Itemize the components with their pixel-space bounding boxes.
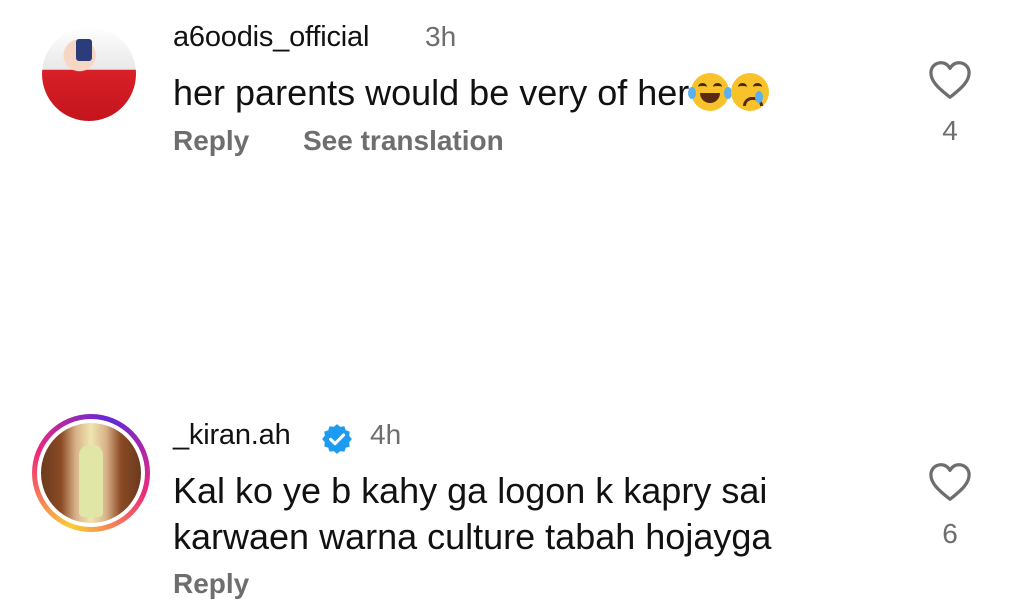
comment-item: a6oodis_official 3h her parents would be… [0,0,1024,200]
comment-text-line: karwaen warna culture tabah hojayga [173,516,772,557]
avatar-phone-detail [76,39,92,61]
like-heart-icon[interactable] [928,60,972,100]
like-count: 4 [942,115,958,146]
avatar-figure-detail [79,445,103,517]
avatar[interactable] [32,414,150,532]
comment-item: _kiran.ah 4h Kal ko ye b kahy ga logon k… [0,200,1024,599]
comment-time: 4h [370,419,402,450]
like-count: 6 [942,518,958,549]
see-translation-button[interactable]: See translation [303,125,504,157]
story-ring [32,414,150,532]
avatar[interactable] [42,27,136,121]
avatar-image [42,27,136,121]
comment-text-line: Kal ko ye b kahy ga logon k kapry sai [173,470,768,511]
tears-of-joy-emoji-icon [688,73,733,111]
comment-text: her parents would be very of her [173,70,770,116]
verified-badge-icon [322,424,352,454]
comment-username[interactable]: a6oodis_official [173,21,369,54]
comment-time: 3h [425,21,457,52]
crying-face-emoji-icon [731,73,770,111]
comment-text-body: her parents would be very of her [173,72,690,113]
reply-button[interactable]: Reply [173,568,249,600]
comment-text: Kal ko ye b kahy ga logon k kapry sai ka… [173,468,771,560]
avatar-image [41,423,141,523]
like-heart-icon[interactable] [928,462,972,502]
comment-username[interactable]: _kiran.ah [173,419,291,452]
reply-button[interactable]: Reply [173,125,249,157]
